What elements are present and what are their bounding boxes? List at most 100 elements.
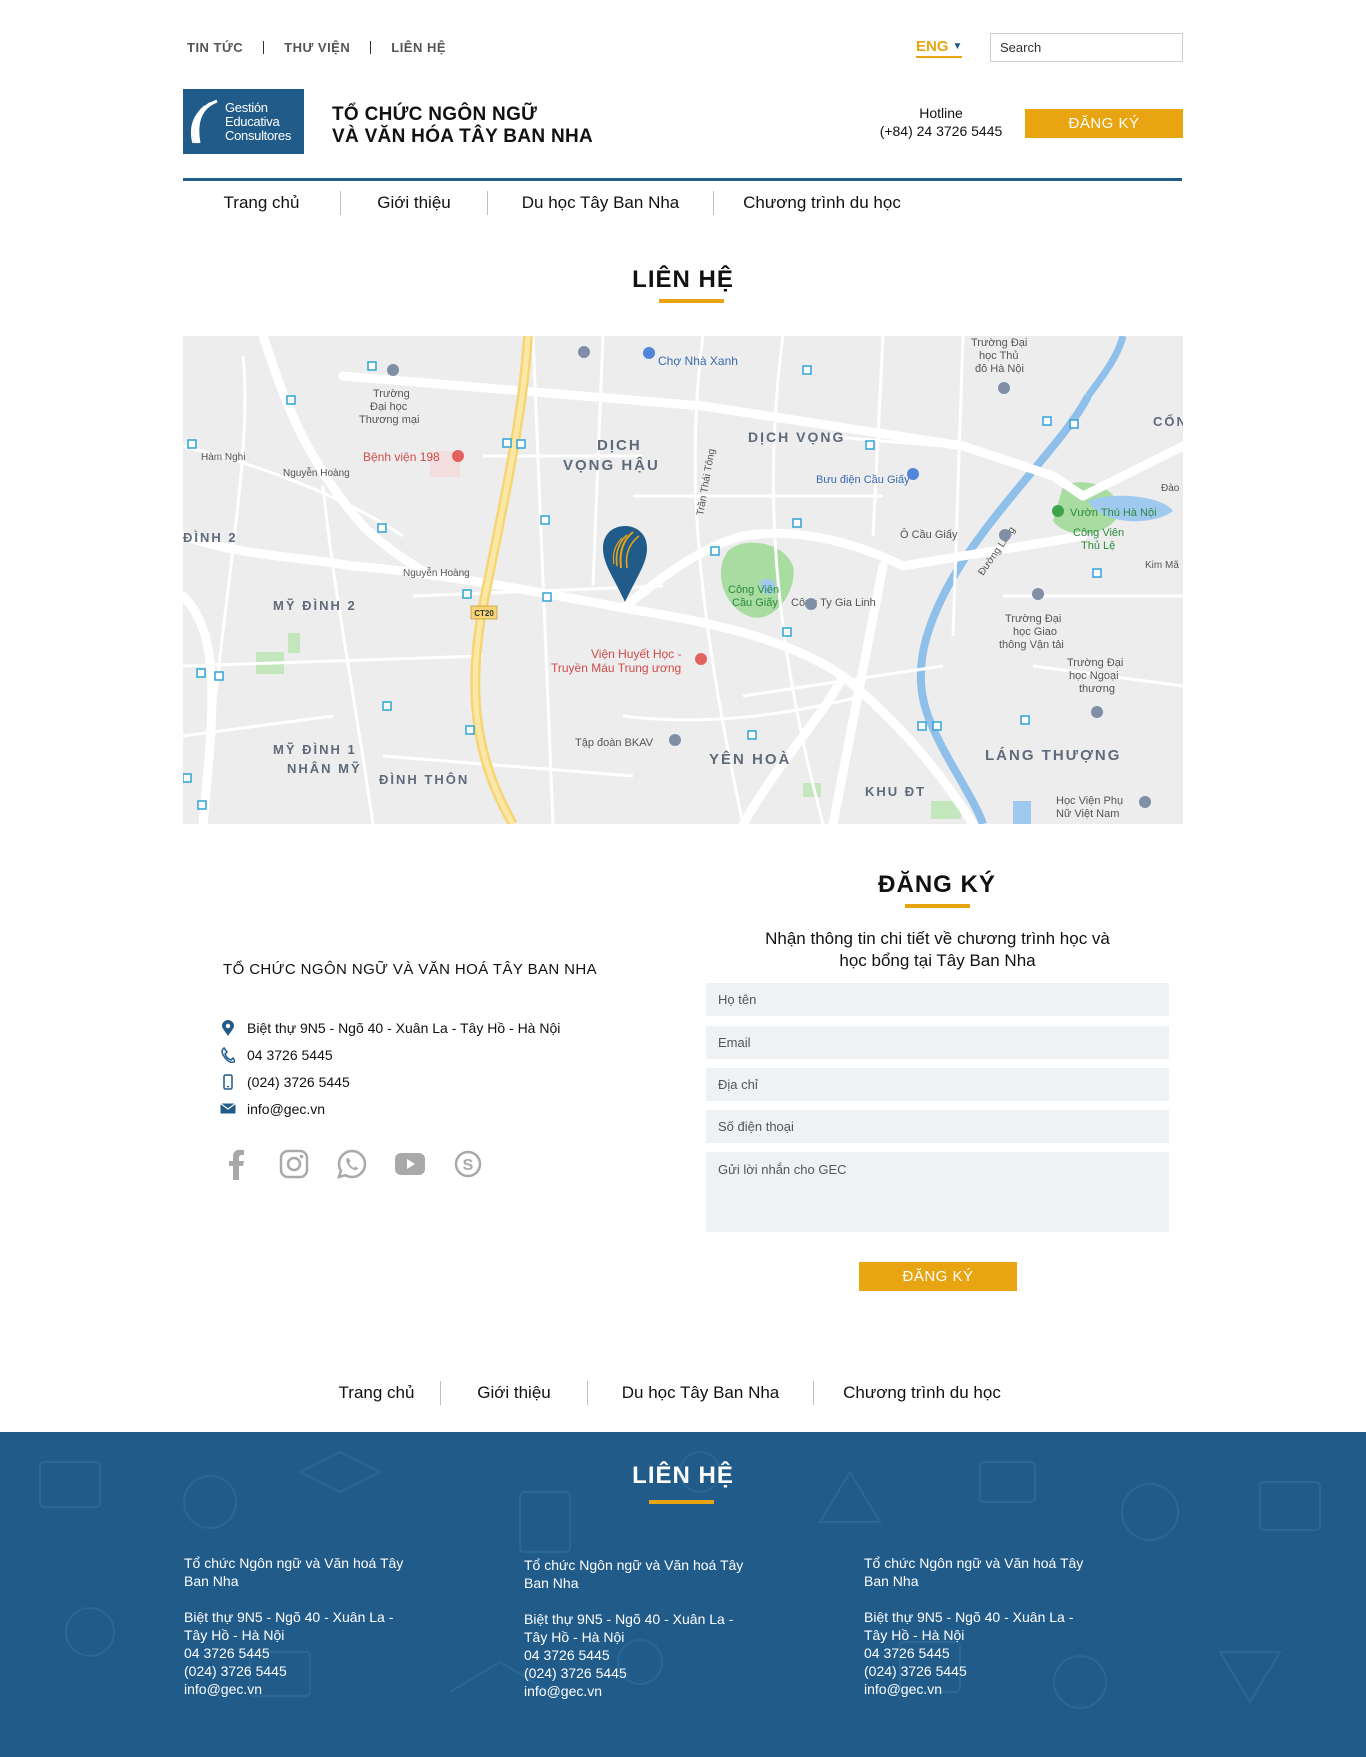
phone-icon [220,1046,236,1063]
hotline-number: (+84) 24 3726 5445 [879,123,1003,139]
map-label: NHÂN MỸ [287,761,362,776]
map-label: Nguyễn Hoàng [403,566,470,579]
search-input[interactable] [990,33,1183,62]
footer-nav-study-spain[interactable]: Du học Tây Ban Nha [588,1383,813,1403]
header-divider [183,178,1182,181]
top-link-library[interactable]: THƯ VIỆN [284,40,350,55]
logo-mark-icon [191,99,218,143]
map-label: Học Viện Phụ [1056,795,1123,807]
map-label: ĐÌNH 2 [183,530,238,545]
mail-icon [220,1101,236,1117]
map-label: MỸ ĐÌNH 1 [273,742,357,757]
map-label: Nguyễn Hoàng [283,466,350,479]
map-label: Truyền Máu Trung ương [551,661,681,675]
nav-item-programs[interactable]: Chương trình du học [714,193,930,213]
divider [370,41,372,54]
map-label: CT20 [474,609,494,618]
map-label: KHU ĐT [865,784,926,799]
map-label: thông Vận tải [999,639,1064,651]
map-label: Chợ Nhà Xanh [658,354,738,368]
map-label: LÁNG THƯỢNG [985,747,1121,764]
map-label: Trường Đại [971,337,1027,349]
organization-name: TỔ CHỨC NGÔN NGỮ VÀ VĂN HÓA TÂY BAN NHA [332,104,594,147]
instagram-icon[interactable] [276,1148,312,1180]
submit-button[interactable]: ĐĂNG KÝ [859,1262,1017,1291]
register-button[interactable]: ĐĂNG KÝ [1025,109,1183,138]
footer-nav-programs[interactable]: Chương trình du học [814,1383,1030,1403]
divider [263,41,265,54]
map-label: Đại học [370,401,408,413]
whatsapp-icon[interactable] [334,1148,370,1180]
map-label: CỐN [1153,414,1183,429]
skype-icon[interactable]: S [450,1148,486,1180]
form-title: ĐĂNG KÝ [878,871,996,898]
chevron-down-icon: ▼ [952,41,963,52]
nav-item-study-spain[interactable]: Du học Tây Ban Nha [488,193,713,213]
map-label: YÊN HOÀ [709,750,791,768]
map-label: VỌNG HẬU [563,456,660,474]
map-label: Hàm Nghi [201,452,245,463]
map-label: Viện Huyết Học - [591,647,682,661]
language-selector[interactable]: ENG ▼ [916,38,963,58]
map-label: Thương mại [359,414,419,426]
map-label: Công Viên [728,584,779,596]
footer-nav-home[interactable]: Trang chủ [313,1383,440,1403]
form-title-underline [905,904,970,908]
map-label: DỊCH VỌNG [748,429,845,445]
phone-field[interactable] [706,1110,1169,1143]
top-link-contact[interactable]: LIÊN HỆ [391,40,446,55]
contact-org-name: TỔ CHỨC NGÔN NGỮ VÀ VĂN HOÁ TÂY BAN NHA [223,961,598,978]
contact-mobile[interactable]: (024) 3726 5445 [247,1074,350,1090]
map-label: thương [1079,683,1115,695]
footer-contact-column: Tổ chức Ngôn ngữ và Văn hoá Tây Ban Nha … [184,1555,404,1697]
facebook-icon[interactable] [218,1148,254,1180]
map-label: Tập đoàn BKAV [575,737,654,749]
map-label: Trường Đại [1067,657,1123,669]
message-field[interactable] [706,1152,1169,1232]
map-label: Đào [1161,483,1180,494]
page-title: LIÊN HỆ [632,266,734,293]
main-nav: Trang chủ Giới thiệu Du học Tây Ban Nha … [183,191,930,215]
nav-item-home[interactable]: Trang chủ [183,193,340,213]
map-pin-icon [220,1019,236,1036]
map[interactable]: CT20 DỊCH VỌNG HẬU DỊCH VỌNG MỸ ĐÌNH 2 Đ… [183,336,1183,824]
map-label: Kim Mã [1145,560,1179,571]
logo-text: Gestión Educativa Consultores [225,99,292,143]
nav-item-about[interactable]: Giới thiệu [341,193,487,213]
address-field[interactable] [706,1068,1169,1101]
contact-phone-row: 04 3726 5445 [220,1041,560,1068]
map-label: Ô Cầu Giấy [900,528,958,541]
contact-address-row: Biệt thự 9N5 - Ngõ 40 - Xuân La - Tây Hồ… [220,1014,560,1041]
name-field[interactable] [706,983,1169,1016]
footer: LIÊN HỆ Tổ chức Ngôn ngữ và Văn hoá Tây … [0,1432,1366,1757]
map-label: DỊCH [597,437,642,454]
map-label: Cầu Giấy [732,597,778,609]
youtube-icon[interactable] [392,1148,428,1180]
top-link-news[interactable]: TIN TỨC [187,40,243,55]
top-links: TIN TỨC THƯ VIỆN LIÊN HỆ [187,40,446,55]
title-underline [659,299,724,303]
footer-contact-column: Tổ chức Ngôn ngữ và Văn hoá Tây Ban Nha … [864,1555,1084,1697]
footer-title-underline [649,1500,714,1504]
contact-email[interactable]: info@gec.vn [247,1101,325,1117]
contact-mobile-row: (024) 3726 5445 [220,1068,560,1095]
contact-info: Biệt thự 9N5 - Ngõ 40 - Xuân La - Tây Hồ… [220,1014,560,1122]
footer-contact-column: Tổ chức Ngôn ngữ và Văn hoá Tây Ban Nha … [524,1557,744,1699]
hotline-label: Hotline [919,105,963,121]
logo[interactable]: Gestión Educativa Consultores [183,89,304,154]
email-field[interactable] [706,1026,1169,1059]
map-label: đô Hà Nội [975,363,1024,375]
contact-address: Biệt thự 9N5 - Ngõ 40 - Xuân La - Tây Hồ… [247,1019,561,1036]
map-label: Bệnh viện 198 [363,450,440,464]
map-label: Thủ Lệ [1081,540,1115,552]
language-label: ENG [916,38,949,55]
map-label: Trường [373,388,410,400]
map-label: Nữ Việt Nam [1056,808,1119,820]
mobile-icon [220,1073,236,1090]
map-label: ĐÌNH THÔN [379,772,469,787]
hotline: Hotline (+84) 24 3726 5445 [870,104,1012,140]
contact-phone[interactable]: 04 3726 5445 [247,1047,333,1063]
footer-title: LIÊN HỆ [632,1462,734,1489]
map-label: học Ngoại [1069,670,1119,682]
footer-nav-about[interactable]: Giới thiệu [441,1383,587,1403]
